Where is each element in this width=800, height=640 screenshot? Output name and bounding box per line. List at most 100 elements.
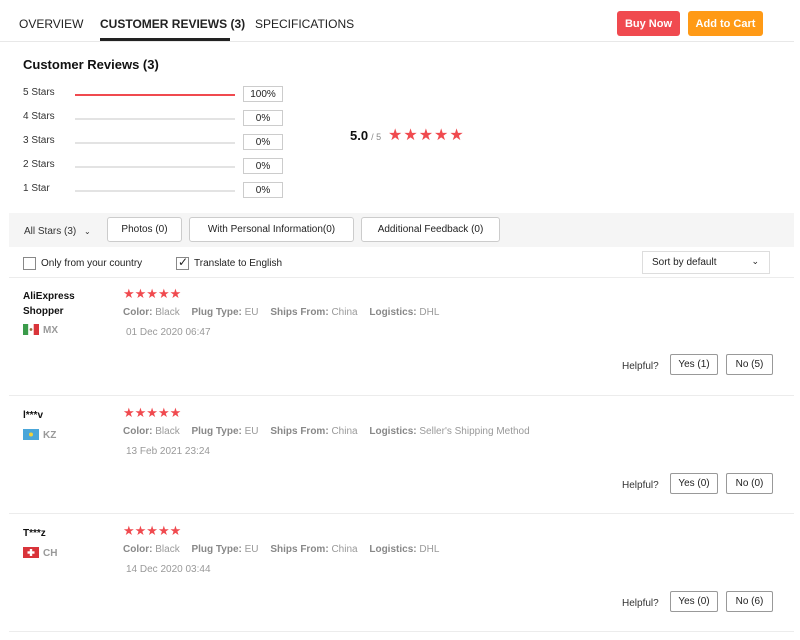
rating-bar [75,166,235,168]
helpful-yes-button[interactable]: Yes (0) [670,591,718,612]
score-value: 5.0 [350,128,369,143]
rating-row-3: 3 Stars 0% [0,134,300,151]
rating-percent: 0% [243,110,283,126]
rating-bar [75,190,235,192]
attr-label: Ships From: [270,426,329,437]
rating-row-4: 4 Stars 0% [0,110,300,127]
reviewer-country: MX [43,325,58,336]
tab-specifications[interactable]: SPECIFICATIONS [255,17,354,31]
rating-bar-fill [75,94,235,96]
attr-label: Ships From: [270,307,329,318]
all-stars-label: All Stars (3) [24,226,77,237]
attr-label: Ships From: [270,544,329,555]
reviewer-name: l***v [23,410,44,421]
attr-value: Black [155,544,180,555]
helpful-label: Helpful? [622,598,659,609]
attr-value: DHL [419,544,440,555]
chevron-down-icon: ⌄ [84,227,91,236]
flag-icon [23,429,39,440]
helpful-no-button[interactable]: No (6) [726,591,773,612]
attr-label: Color: [123,544,153,555]
rating-label: 1 Star [23,183,50,194]
rating-percent: 0% [243,182,283,198]
attr-label: Color: [123,426,153,437]
star-icon-group: ★★★★★ [388,127,465,144]
attr-value: Black [155,307,180,318]
only-country-checkbox[interactable]: Only from your country [23,256,142,270]
sort-select[interactable]: Sort by default ⌄ [642,251,770,274]
review-attributes: Color: Black Plug Type: EU Ships From: C… [123,426,539,437]
review-date: 14 Dec 2020 03:44 [126,564,211,575]
helpful-no-button[interactable]: No (0) [726,473,773,494]
helpful-label: Helpful? [622,480,659,491]
checkbox-box[interactable] [23,256,36,270]
review-stars: ★★★★★ [123,523,182,538]
divider [9,513,794,514]
helpful-yes-button[interactable]: Yes (1) [670,354,718,375]
attr-value: EU [244,544,259,555]
check-icon[interactable] [176,255,189,270]
rating-row-2: 2 Stars 0% [0,158,300,175]
rating-percent: 0% [243,158,283,174]
additional-feedback-filter-button[interactable]: Additional Feedback (0) [361,217,500,242]
section-title: Customer Reviews (3) [23,57,159,72]
top-nav: OVERVIEW CUSTOMER REVIEWS (3) SPECIFICAT… [0,0,794,42]
score-max: / 5 [371,132,382,142]
rating-percent: 0% [243,134,283,150]
rating-bar [75,94,235,96]
attr-value: Black [155,426,180,437]
active-tab-underline [100,38,230,41]
translate-checkbox[interactable]: Translate to English [176,255,282,270]
tab-overview[interactable]: OVERVIEW [19,17,83,31]
attr-value: DHL [419,307,440,318]
review-attributes: Color: Black Plug Type: EU Ships From: C… [123,307,448,318]
attr-label: Plug Type: [191,544,242,555]
sort-label: Sort by default [652,257,717,268]
attr-value: EU [244,426,259,437]
helpful-no-button[interactable]: No (5) [726,354,773,375]
rating-row-1: 1 Star 0% [0,182,300,199]
reviewer-name: AliExpress Shopper [23,291,75,317]
review-attributes: Color: Black Plug Type: EU Ships From: C… [123,544,448,555]
attr-label: Logistics: [369,307,417,318]
divider [9,631,794,632]
only-country-label: Only from your country [41,257,143,269]
flag-icon [23,324,39,335]
reviewer-country: CH [43,548,58,559]
rating-row-5: 5 Stars 100% [0,86,300,103]
review-stars: ★★★★★ [123,286,182,301]
chevron-down-icon: ⌄ [751,256,759,266]
divider [9,395,794,396]
attr-label: Logistics: [369,544,417,555]
attr-value: Seller's Shipping Method [419,426,530,437]
flag-icon [23,547,39,558]
photos-filter-button[interactable]: Photos (0) [107,217,182,242]
review-date: 13 Feb 2021 23:24 [126,446,210,457]
helpful-label: Helpful? [622,361,659,372]
attr-label: Plug Type: [191,307,242,318]
rating-bar [75,142,235,144]
review-item: T***z CH ★★★★★ Color: Black Plug Type: E… [0,523,800,640]
rating-label: 4 Stars [23,111,55,122]
review-stars: ★★★★★ [123,405,182,420]
buy-now-button[interactable]: Buy Now [617,11,680,36]
rating-label: 3 Stars [23,135,55,146]
attr-value: China [331,426,358,437]
reviewer-name: T***z [23,528,46,539]
tab-customer-reviews[interactable]: CUSTOMER REVIEWS (3) [100,17,245,31]
attr-value: China [331,307,358,318]
add-to-cart-button[interactable]: Add to Cart [688,11,763,36]
helpful-yes-button[interactable]: Yes (0) [670,473,718,494]
personal-info-filter-button[interactable]: With Personal Information(0) [189,217,354,242]
rating-percent: 100% [243,86,283,102]
divider [9,277,794,278]
attr-label: Color: [123,307,153,318]
all-stars-dropdown[interactable]: All Stars (3) ⌄ [24,226,91,237]
rating-label: 2 Stars [23,159,55,170]
review-item: l***v KZ ★★★★★ Color: Black Plug Type: E… [0,405,800,526]
attr-value: EU [244,307,259,318]
rating-bar [75,118,235,120]
attr-value: China [331,544,358,555]
attr-label: Logistics: [369,426,417,437]
attr-label: Plug Type: [191,426,242,437]
